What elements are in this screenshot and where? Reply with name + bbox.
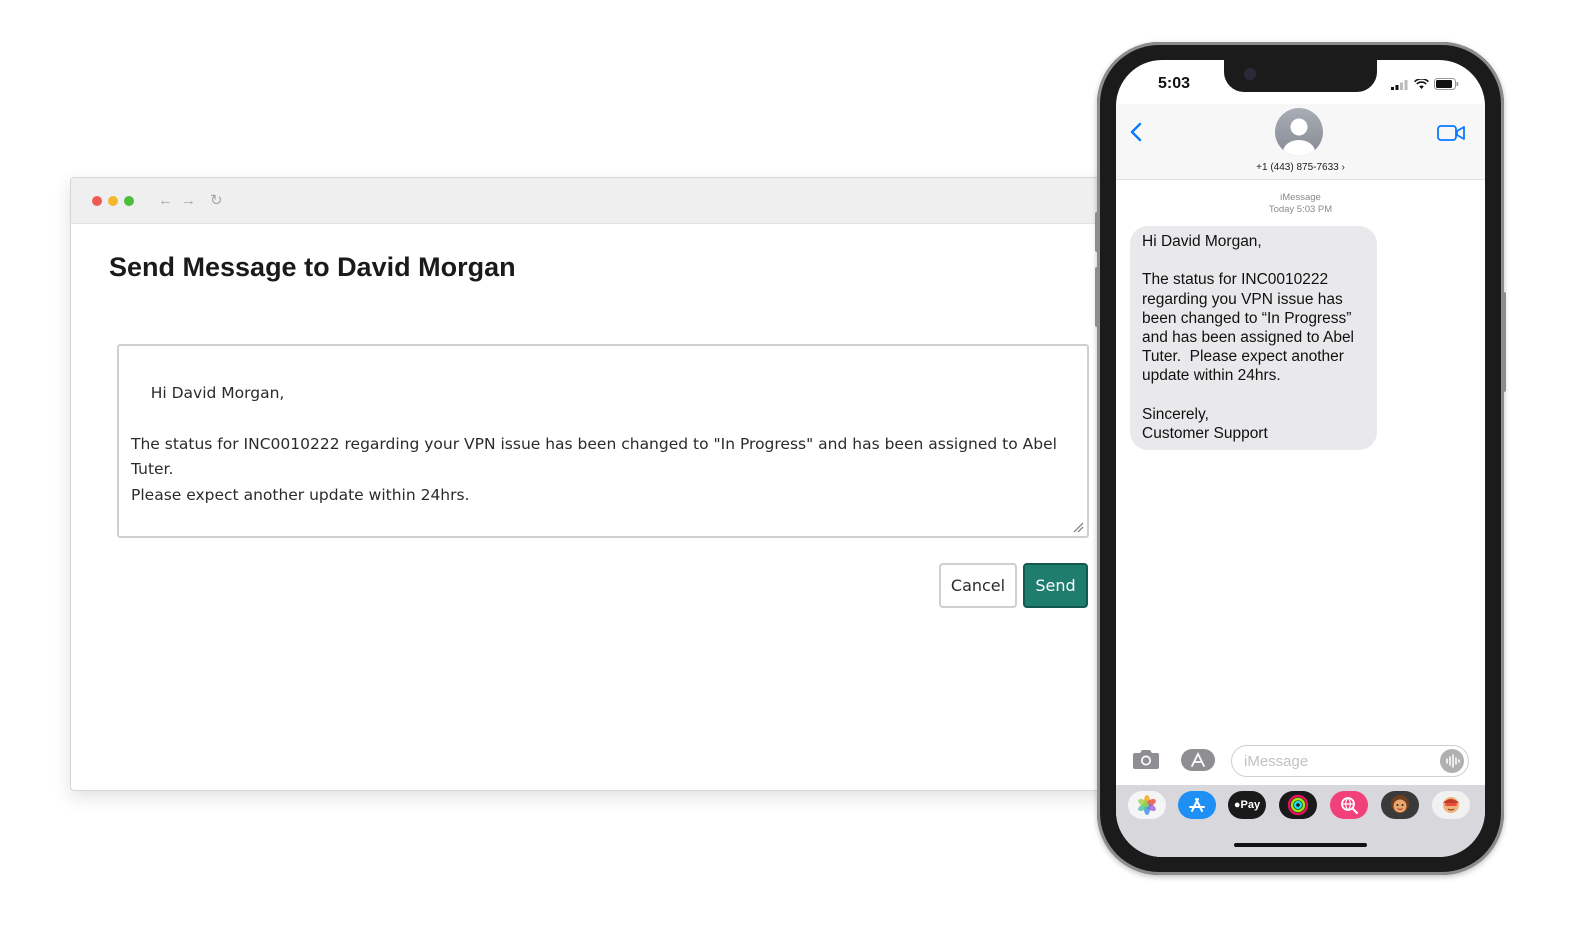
photos-icon[interactable] bbox=[1128, 791, 1166, 819]
apple-pay-label: ●Pay bbox=[1233, 799, 1261, 811]
signal-icon bbox=[1391, 79, 1408, 90]
close-window-dot[interactable] bbox=[92, 195, 102, 206]
reload-icon[interactable]: ↻ bbox=[210, 193, 223, 208]
compose-bar: iMessage bbox=[1116, 740, 1485, 780]
camera-icon[interactable] bbox=[1132, 748, 1160, 770]
minimize-window-dot[interactable] bbox=[108, 195, 118, 206]
wifi-icon bbox=[1414, 78, 1429, 89]
volume-up-button bbox=[1095, 212, 1099, 252]
contact-number[interactable]: +1 (443) 875-7633 › bbox=[1116, 162, 1485, 173]
message-bubble[interactable]: Hi David Morgan, The status for INC00102… bbox=[1130, 226, 1377, 450]
contact-avatar[interactable] bbox=[1275, 108, 1323, 156]
browser-window: ← → ↻ Send Message to David Morgan Hi Da… bbox=[70, 177, 1130, 791]
apple-pay-icon[interactable]: ●Pay bbox=[1228, 791, 1266, 819]
front-camera-icon bbox=[1244, 68, 1256, 80]
app-tray: ●Pay bbox=[1116, 785, 1485, 857]
service-name: iMessage bbox=[1280, 192, 1321, 203]
back-arrow-icon[interactable]: ← bbox=[158, 193, 173, 208]
phone-screen: 5:03 +1 (443) 875-7633 › iMessage Today … bbox=[1116, 60, 1485, 857]
resize-handle-icon[interactable] bbox=[1072, 521, 1084, 533]
globe-search-icon[interactable] bbox=[1330, 791, 1368, 819]
message-textarea[interactable]: Hi David Morgan, The status for INC00102… bbox=[117, 344, 1089, 538]
app-store-icon[interactable] bbox=[1178, 791, 1216, 819]
phone-frame: 5:03 +1 (443) 875-7633 › iMessage Today … bbox=[1095, 42, 1506, 875]
audio-message-icon[interactable] bbox=[1440, 749, 1464, 773]
memoji-icon[interactable] bbox=[1381, 791, 1419, 819]
imessage-input[interactable]: iMessage bbox=[1231, 745, 1469, 777]
cancel-button[interactable]: Cancel bbox=[939, 563, 1017, 608]
service-label: iMessage Today 5:03 PM bbox=[1116, 192, 1485, 216]
send-button[interactable]: Send bbox=[1023, 563, 1088, 608]
message-text: Hi David Morgan, The status for INC00102… bbox=[131, 383, 1057, 504]
imessage-placeholder: iMessage bbox=[1244, 753, 1309, 770]
status-time: 5:03 bbox=[1158, 75, 1191, 92]
power-button bbox=[1502, 292, 1506, 392]
home-indicator[interactable] bbox=[1234, 843, 1367, 847]
app-store-toggle-icon[interactable] bbox=[1180, 748, 1216, 772]
conversation-header: +1 (443) 875-7633 › bbox=[1116, 104, 1485, 180]
forward-arrow-icon[interactable]: → bbox=[181, 193, 196, 208]
memoji-2-icon[interactable] bbox=[1432, 791, 1470, 819]
video-call-icon[interactable] bbox=[1437, 124, 1465, 142]
status-icons bbox=[1391, 78, 1459, 90]
battery-icon bbox=[1434, 78, 1459, 90]
message-timestamp: Today 5:03 PM bbox=[1268, 204, 1333, 215]
browser-toolbar: ← → ↻ bbox=[71, 178, 1129, 224]
activity-icon[interactable] bbox=[1279, 791, 1317, 819]
notch bbox=[1224, 60, 1377, 92]
back-chevron-icon[interactable] bbox=[1130, 122, 1142, 142]
page-title: Send Message to David Morgan bbox=[109, 252, 516, 282]
maximize-window-dot[interactable] bbox=[124, 195, 134, 206]
volume-down-button bbox=[1095, 267, 1099, 327]
